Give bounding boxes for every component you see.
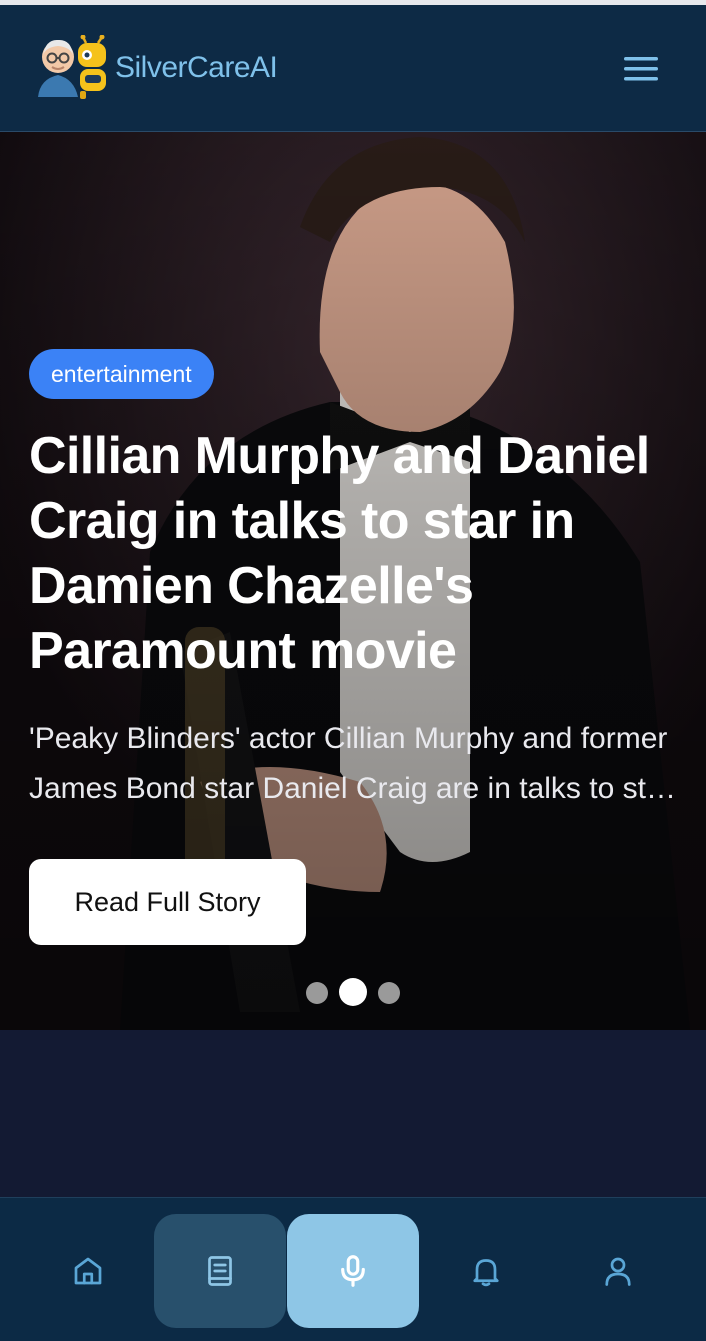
- nav-profile[interactable]: [552, 1214, 684, 1328]
- hamburger-menu-icon[interactable]: [618, 49, 664, 89]
- story-summary: 'Peaky Blinders' actor Cillian Murphy an…: [29, 722, 673, 805]
- home-icon: [74, 1257, 102, 1285]
- user-icon: [605, 1257, 631, 1286]
- bell-icon: [473, 1259, 499, 1287]
- category-badge[interactable]: entertainment: [29, 349, 214, 399]
- featured-story-carousel[interactable]: entertainment Cillian Murphy and Daniel …: [0, 132, 706, 1030]
- carousel-dot-3[interactable]: [378, 982, 400, 1004]
- story-headline[interactable]: Cillian Murphy and Daniel Craig in talks…: [29, 424, 669, 684]
- app-brand-name[interactable]: SilverCareAI: [115, 49, 278, 87]
- carousel-dot-2-active[interactable]: [339, 978, 367, 1006]
- nav-voice[interactable]: [287, 1214, 419, 1328]
- microphone-icon: [341, 1255, 365, 1287]
- app-header: SilverCareAI: [0, 5, 706, 132]
- senior-and-robot-logo-icon[interactable]: [36, 34, 108, 103]
- carousel-indicator: [306, 978, 406, 1006]
- nav-stories[interactable]: [154, 1214, 286, 1328]
- book-icon: [208, 1256, 232, 1286]
- carousel-dot-1[interactable]: [306, 982, 328, 1004]
- bottom-navigation: [0, 1197, 706, 1341]
- read-full-story-button[interactable]: Read Full Story: [29, 859, 306, 945]
- nav-home[interactable]: [22, 1214, 154, 1328]
- nav-notifications[interactable]: [420, 1214, 552, 1328]
